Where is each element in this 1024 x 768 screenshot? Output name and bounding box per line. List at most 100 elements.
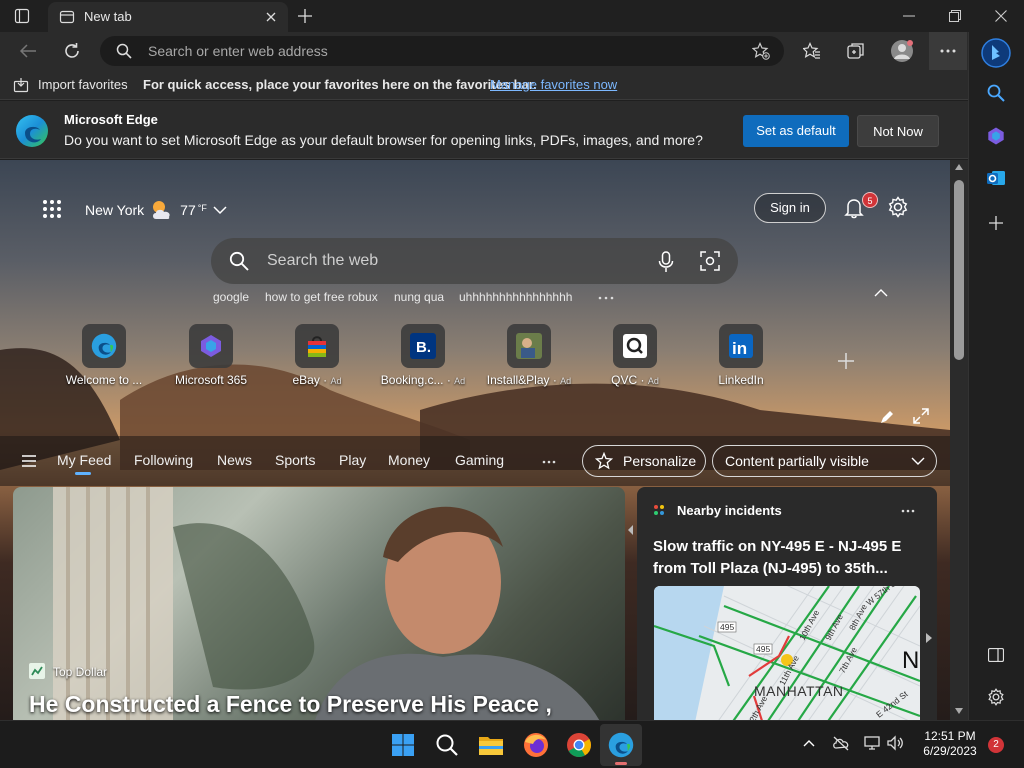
chevron-down-icon[interactable] (213, 205, 227, 215)
personalize-button[interactable]: Personalize (582, 445, 706, 477)
notification-center-badge[interactable]: 2 (988, 737, 1004, 753)
network-icon[interactable] (864, 735, 882, 751)
nearby-incidents-card[interactable]: Nearby incidents Slow traffic on NY-495 … (637, 487, 937, 720)
collections-icon[interactable] (846, 41, 866, 61)
default-browser-infobar: Microsoft Edge Do you want to set Micros… (0, 101, 968, 159)
carousel-right-arrow-icon[interactable] (926, 633, 932, 643)
firefox-icon[interactable] (523, 732, 549, 758)
scroll-up-arrow-icon[interactable] (955, 164, 963, 170)
add-quick-link-plus-icon[interactable] (837, 352, 855, 370)
more-feed-tabs-icon[interactable] (542, 460, 556, 464)
manage-favorites-link[interactable]: Manage favorites now (490, 77, 617, 92)
chrome-icon[interactable] (566, 732, 592, 758)
scroll-down-arrow-icon[interactable] (955, 708, 963, 714)
feed-tab-news[interactable]: News (217, 452, 252, 468)
hamburger-menu-icon[interactable] (21, 454, 37, 468)
quick-link-label: Install&Play (486, 373, 550, 387)
restore-icon[interactable] (949, 10, 961, 22)
more-suggestions-dots-icon[interactable] (598, 296, 614, 300)
traffic-map[interactable]: 495 495 10th Ave 9th Ave 8th Ave W 57th … (654, 586, 920, 720)
traffic-dots-icon (653, 504, 665, 516)
web-search-box[interactable]: Search the web (211, 238, 738, 284)
personalize-label: Personalize (623, 453, 697, 469)
volume-icon[interactable] (887, 735, 905, 751)
quick-link-tile[interactable]: in LinkedIn (696, 324, 786, 387)
feed-tab-my-feed[interactable]: My Feed (57, 452, 111, 468)
edge-icon (608, 732, 634, 758)
collapse-chevron-up-icon[interactable] (874, 288, 888, 298)
feed-tab-play[interactable]: Play (339, 452, 366, 468)
card-more-dots-icon[interactable] (901, 509, 915, 513)
more-dots-icon (940, 49, 956, 53)
feed-tab-following[interactable]: Following (134, 452, 193, 468)
show-hidden-icons-chevron-icon[interactable] (803, 739, 815, 747)
sidebar-outlook-icon[interactable] (986, 168, 1006, 188)
expand-icon[interactable] (913, 408, 929, 424)
quick-link-tile[interactable]: QVC · Ad (590, 324, 680, 387)
page-settings-gear-icon[interactable] (887, 196, 909, 218)
new-tab-page: New York 77 °F Sign in 5 Search the web … (0, 160, 950, 720)
add-favorite-star-icon[interactable] (752, 42, 770, 60)
scrollbar-thumb[interactable] (954, 180, 964, 360)
windows-start-icon[interactable] (391, 733, 415, 757)
search-suggestion[interactable]: uhhhhhhhhhhhhhhhh (459, 290, 572, 304)
tab-new-tab[interactable]: New tab (48, 2, 288, 32)
page-scrollbar[interactable] (950, 160, 968, 720)
file-explorer-icon[interactable] (478, 733, 504, 757)
sidebar-microsoft-365-icon[interactable] (986, 126, 1006, 146)
onedrive-offline-icon[interactable] (832, 735, 850, 751)
settings-and-more-button[interactable] (929, 32, 967, 70)
map-label: 495 (720, 622, 734, 632)
sign-in-button[interactable]: Sign in (754, 193, 826, 223)
minimize-icon[interactable] (903, 15, 915, 17)
new-tab-plus-icon[interactable] (297, 8, 313, 24)
sidebar-settings-gear-icon[interactable] (987, 688, 1005, 706)
svg-text:B.: B. (416, 339, 431, 356)
close-window-icon[interactable] (995, 10, 1007, 22)
not-now-button[interactable]: Not Now (857, 115, 939, 147)
address-bar[interactable]: Search or enter web address (100, 36, 784, 66)
feed-tab-money[interactable]: Money (388, 452, 430, 468)
visual-search-icon[interactable] (700, 251, 720, 271)
quick-link-tile[interactable]: eBay · Ad (272, 324, 362, 387)
quick-link-tile[interactable]: Install&Play · Ad (484, 324, 574, 387)
weather-temperature: 77 (180, 202, 196, 218)
weather-widget[interactable]: New York 77 °F (85, 199, 227, 221)
qvc-icon (613, 324, 657, 368)
edit-background-icon[interactable] (879, 409, 895, 425)
search-icon (116, 43, 132, 59)
hide-sidebar-icon[interactable] (988, 648, 1004, 662)
close-tab-icon[interactable] (264, 10, 278, 24)
web-search-placeholder: Search the web (267, 252, 379, 269)
taskbar-search-icon[interactable] (435, 733, 459, 757)
search-suggestion[interactable]: google (213, 290, 249, 304)
svg-text:in: in (732, 339, 747, 358)
app-launcher-icon[interactable] (42, 199, 62, 219)
microphone-icon[interactable] (658, 251, 674, 273)
content-visibility-value: Content partially visible (725, 453, 869, 469)
feed-tab-sports[interactable]: Sports (275, 452, 315, 468)
feed-tab-gaming[interactable]: Gaming (455, 452, 504, 468)
search-suggestion[interactable]: how to get free robux (265, 290, 378, 304)
content-visibility-dropdown[interactable]: Content partially visible (712, 445, 937, 477)
refresh-icon[interactable] (63, 42, 81, 60)
sidebar-add-plus-icon[interactable] (988, 215, 1004, 231)
sidebar-search-icon[interactable] (987, 84, 1005, 102)
quick-link-tile[interactable]: Microsoft 365 (166, 324, 256, 387)
toolbar: Search or enter web address (0, 32, 968, 70)
import-favorites-button[interactable]: Import favorites (38, 77, 128, 92)
favorites-icon[interactable] (803, 42, 821, 60)
back-arrow-icon[interactable] (19, 43, 37, 59)
taskbar-edge-active[interactable] (600, 724, 642, 766)
set-as-default-button[interactable]: Set as default (743, 115, 849, 147)
search-suggestion[interactable]: nung qua (394, 290, 444, 304)
quick-link-tile[interactable]: B. Booking.c... · Ad (378, 324, 468, 387)
profile-avatar[interactable] (890, 39, 914, 63)
bing-chat-icon[interactable] (981, 38, 1011, 68)
quick-link-label: LinkedIn (718, 373, 764, 387)
taskbar-clock[interactable]: 12:51 PM 6/29/2023 (920, 729, 980, 759)
hero-article-card[interactable]: Top Dollar He Constructed a Fence to Pre… (13, 487, 625, 720)
favorites-bar-hint: For quick access, place your favorites h… (143, 77, 537, 92)
quick-link-tile[interactable]: Welcome to ... (59, 324, 149, 387)
tab-actions-icon[interactable] (14, 8, 30, 24)
